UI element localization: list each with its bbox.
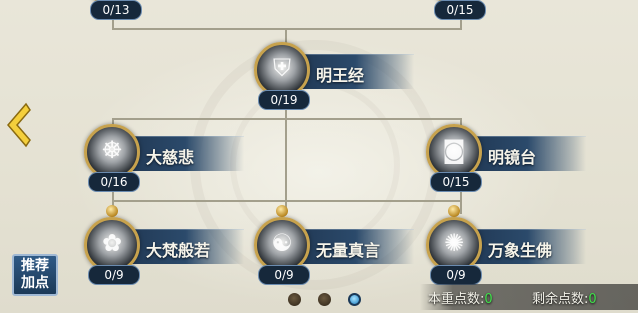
skill-count: 0/13 — [90, 0, 142, 20]
skill-name: 明王经 — [316, 66, 365, 85]
page-dot-3[interactable] — [348, 293, 361, 306]
lock-knob-icon — [276, 205, 288, 217]
connector-top — [112, 28, 462, 30]
skill-name: 大慈悲 — [146, 148, 195, 167]
remaining-points-label: 剩余点数: — [532, 292, 589, 307]
skill-node-mingjingtai[interactable]: ◙ 明镜台 0/15 — [416, 120, 586, 192]
skill-node-dafanbore[interactable]: ✿ 大梵般若 0/9 — [74, 205, 244, 285]
skill-name: 无量真言 — [316, 241, 381, 260]
recommend-allocate-button[interactable]: 推荐 加点 — [12, 254, 58, 296]
page-dot-2[interactable] — [318, 293, 331, 306]
skill-node-top-right[interactable]: 0/15 — [420, 0, 590, 20]
connector-center-mid — [285, 108, 287, 214]
skill-name: 明镜台 — [488, 148, 537, 167]
reset-points-label: 本重点数: — [428, 292, 485, 307]
skill-count: 0/19 — [258, 90, 310, 110]
recommend-line1: 推荐 — [21, 258, 49, 274]
remaining-points-value: 0 — [588, 292, 597, 307]
skill-name: 万象生佛 — [488, 241, 553, 260]
remaining-points: 剩余点数:0 — [532, 288, 597, 308]
connector-low — [112, 200, 462, 202]
skill-node-wuliangzhenyan[interactable]: ☯ 无量真言 0/9 — [244, 205, 414, 285]
skill-count: 0/16 — [88, 172, 140, 192]
skill-node-wanxiangshengfo[interactable]: ✺ 万象生佛 0/9 — [416, 205, 586, 285]
skill-node-dacibei[interactable]: ☸ 大慈悲 0/16 — [74, 120, 244, 192]
lock-knob-icon — [448, 205, 460, 217]
chevron-left-icon[interactable] — [2, 100, 32, 150]
connector-low-right-down — [460, 200, 462, 214]
skill-count: 0/9 — [430, 265, 482, 285]
recommend-line2: 加点 — [21, 275, 49, 291]
skill-node-mingwangjing[interactable]: ⛨ 明王经 0/19 — [244, 38, 414, 110]
page-dot-1[interactable] — [288, 293, 301, 306]
skill-count: 0/9 — [258, 265, 310, 285]
skill-count: 0/9 — [88, 265, 140, 285]
skill-node-top-left[interactable]: 0/13 — [76, 0, 246, 20]
skill-name: 大梵般若 — [146, 241, 211, 260]
skill-count: 0/15 — [430, 172, 482, 192]
skill-count: 0/15 — [434, 0, 486, 20]
reset-points-value: 0 — [484, 292, 493, 307]
lock-knob-icon — [106, 205, 118, 217]
reset-points: 本重点数:0 — [428, 288, 493, 308]
